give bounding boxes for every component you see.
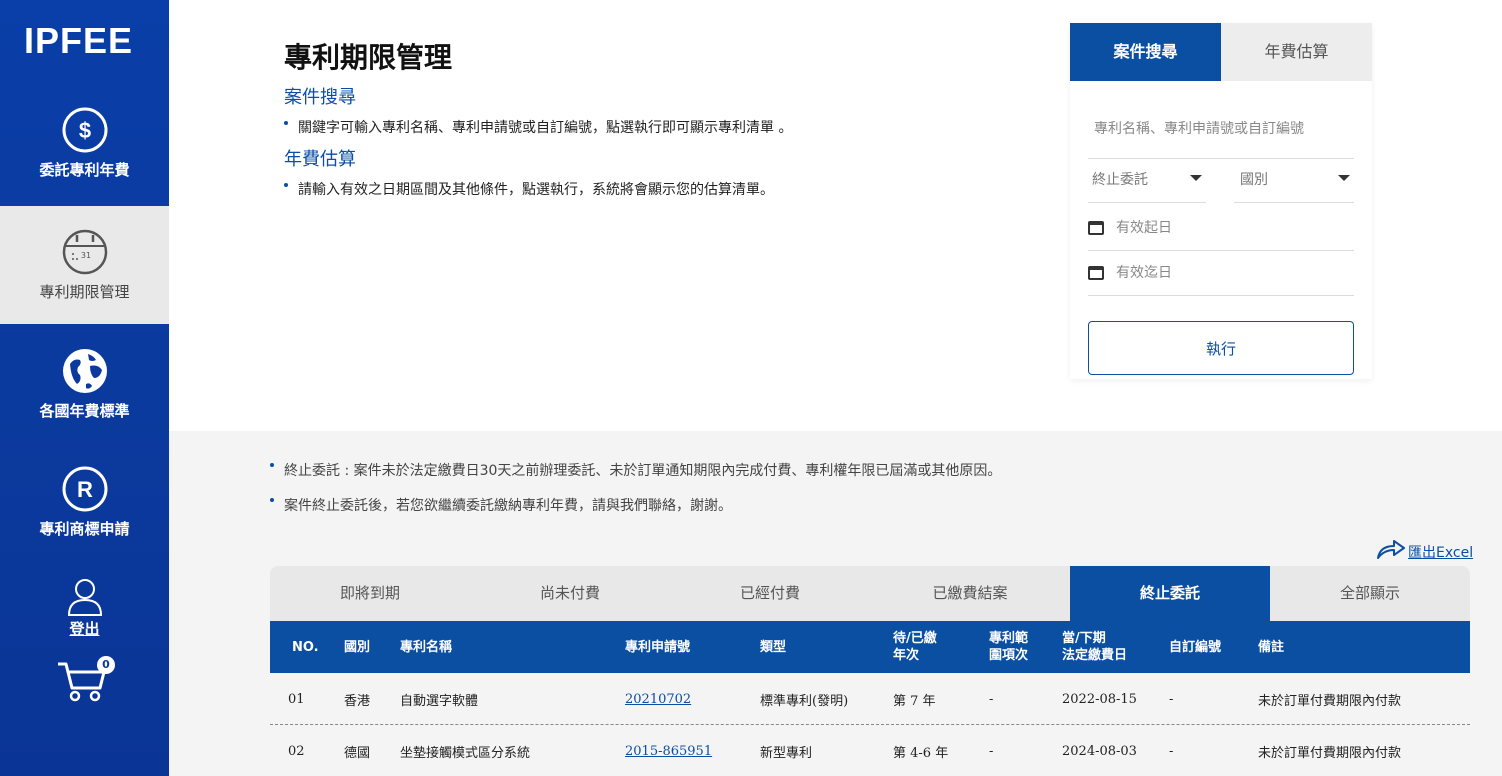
export-excel-label: 匯出Excel — [1408, 545, 1474, 561]
sidebar-item-fee-standard[interactable]: 各國年費標準 — [0, 348, 169, 438]
svg-text:31: 31 — [80, 251, 90, 260]
section-heading-search: 案件搜尋 — [284, 87, 356, 108]
globe-icon — [62, 349, 107, 393]
section-text-estimate: 請輸入有效之日期區間及其他條件，點選執行，系統將會顯示您的估算清單。 — [284, 179, 774, 199]
cell-country: 德國 — [344, 745, 371, 761]
col-claims: 專利範 圍項次 — [989, 631, 1029, 663]
sidebar-item-label: 委託專利年費 — [39, 161, 130, 179]
col-country: 國別 — [344, 639, 371, 655]
keyword-input[interactable] — [1088, 121, 1354, 137]
start-date-placeholder: 有效起日 — [1116, 220, 1172, 236]
termination-note: 終止委託 : 案件未於法定繳費日30天之前辦理委託、未於訂單通知期限內完成付費、… — [270, 460, 1001, 480]
tab-paid[interactable]: 已經付費 — [670, 566, 870, 621]
svg-text:R: R — [77, 477, 93, 502]
tab-unpaid[interactable]: 尚未付費 — [470, 566, 670, 621]
tab-show-all[interactable]: 全部顯示 — [1270, 566, 1470, 621]
cell-type: 新型專利 — [760, 745, 813, 761]
cell-patent-name: 坐墊接觸模式區分系統 — [400, 745, 531, 761]
chevron-down-icon — [1190, 175, 1202, 181]
tab-closed[interactable]: 已繳費結案 — [870, 566, 1070, 621]
col-remarks: 備註 — [1258, 639, 1285, 655]
dollar-circle-icon: $ — [62, 107, 107, 153]
page-title: 專利期限管理 — [284, 41, 453, 74]
chevron-down-icon — [1338, 175, 1350, 181]
search-panel: 案件搜尋 年費估算 終止委託 國別 有效起日 有效迄日 執行 — [1070, 23, 1372, 379]
cell-remarks: 未於訂單付費期限內付款 — [1258, 693, 1402, 709]
calendar-icon: 31 — [62, 229, 107, 275]
cell-year: 第 7 年 — [893, 693, 936, 709]
sidebar: IPFEE $ 委託專利年費 31 專利期限管理 各國年費標準 R 專利商標申請… — [0, 0, 169, 776]
sidebar-item-label: 專利期限管理 — [39, 283, 130, 301]
keyword-field — [1088, 121, 1354, 159]
tab-terminated[interactable]: 終止委託 — [1070, 566, 1270, 621]
section-heading-estimate: 年費估算 — [284, 149, 356, 170]
cell-no: 01 — [288, 691, 305, 707]
cell-custom-no: - — [1169, 743, 1174, 759]
cell-no: 02 — [288, 743, 305, 759]
share-arrow-icon — [1377, 540, 1405, 559]
col-due-date: 當/下期 法定繳費日 — [1062, 631, 1128, 663]
col-application-no: 專利申請號 — [625, 639, 691, 655]
logout-button[interactable]: 登出 — [0, 578, 169, 639]
cell-type: 標準專利(發明) — [760, 693, 849, 709]
export-excel-link[interactable]: 匯出Excel — [1376, 538, 1473, 564]
country-select[interactable]: 國別 — [1234, 169, 1354, 203]
application-no-link[interactable]: 20210702 — [625, 673, 691, 725]
col-patent-name: 專利名稱 — [400, 639, 453, 655]
status-tabs: 即將到期 尚未付費 已經付費 已繳費結案 終止委託 全部顯示 — [270, 566, 1470, 621]
logout-label: 登出 — [69, 620, 100, 638]
sidebar-item-deadline[interactable]: 31 專利期限管理 — [0, 206, 169, 324]
cell-claims: - — [989, 743, 994, 759]
col-custom-no: 自訂編號 — [1169, 639, 1222, 655]
application-no-link[interactable]: 2015-865951 — [625, 725, 712, 776]
cell-country: 香港 — [344, 693, 371, 709]
col-no: NO. — [292, 639, 319, 655]
calendar-icon — [1088, 266, 1104, 280]
cell-due-date: 2024-08-03 — [1062, 743, 1137, 759]
contact-note: 案件終止委託後，若您欲繼續委託繳納專利年費，請與我們聯絡，謝謝。 — [270, 495, 732, 515]
tab-fee-estimate[interactable]: 年費估算 — [1221, 23, 1372, 81]
sidebar-item-label: 專利商標申請 — [39, 520, 130, 538]
sidebar-item-application[interactable]: R 專利商標申請 — [0, 466, 169, 556]
status-select-value: 終止委託 — [1092, 172, 1148, 188]
tab-case-search[interactable]: 案件搜尋 — [1070, 23, 1221, 81]
cell-patent-name: 自動選字軟體 — [400, 693, 479, 709]
run-button[interactable]: 執行 — [1088, 321, 1354, 375]
cell-year: 第 4-6 年 — [893, 745, 949, 761]
cart-count-badge: 0 — [97, 656, 115, 674]
cell-claims: - — [989, 691, 994, 707]
sidebar-item-annual-fee[interactable]: $ 委託專利年費 — [0, 107, 169, 206]
country-select-value: 國別 — [1240, 172, 1268, 188]
table-row: 02 德國 坐墊接觸模式區分系統 2015-865951 新型專利 第 4-6 … — [270, 725, 1470, 776]
start-date-field[interactable]: 有效起日 — [1088, 217, 1354, 251]
section-text-search: 關鍵字可輸入專利名稱、專利申請號或自訂編號，點選執行即可顯示專利清單 。 — [284, 117, 792, 137]
calendar-icon — [1088, 221, 1104, 235]
col-type: 類型 — [760, 639, 787, 655]
ipfee-logo[interactable]: IPFEE — [24, 20, 133, 62]
tab-expiring[interactable]: 即將到期 — [270, 566, 470, 621]
panel-tabs: 案件搜尋 年費估算 — [1070, 23, 1372, 81]
sidebar-item-label: 各國年費標準 — [39, 402, 130, 420]
registered-icon: R — [62, 466, 107, 512]
svg-text:$: $ — [78, 118, 90, 143]
status-select[interactable]: 終止委託 — [1088, 169, 1206, 203]
table-row: 01 香港 自動選字軟體 20210702 標準專利(發明) 第 7 年 - 2… — [270, 673, 1470, 725]
end-date-field[interactable]: 有效迄日 — [1088, 262, 1354, 296]
cell-due-date: 2022-08-15 — [1062, 691, 1137, 707]
table-header: NO. 國別 專利名稱 專利申請號 類型 待/已繳 年次 專利範 圍項次 當/下… — [270, 621, 1470, 673]
end-date-placeholder: 有效迄日 — [1116, 265, 1172, 281]
cell-custom-no: - — [1169, 691, 1174, 707]
cell-remarks: 未於訂單付費期限內付款 — [1258, 745, 1402, 761]
col-year: 待/已繳 年次 — [893, 631, 937, 663]
user-icon — [67, 579, 102, 616]
